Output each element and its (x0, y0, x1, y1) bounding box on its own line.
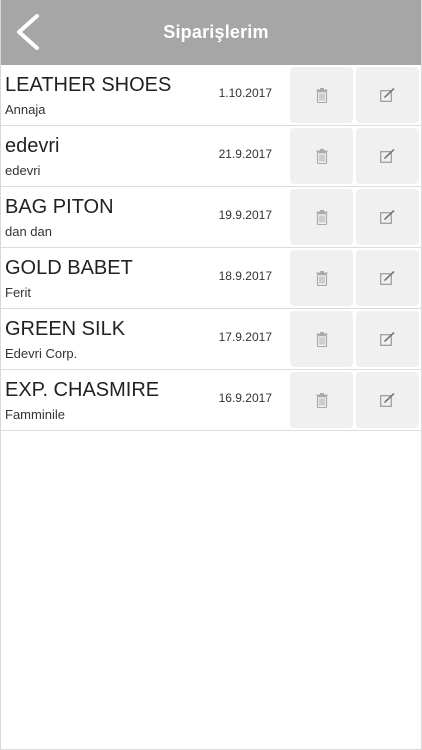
order-name: GOLD BABET (5, 257, 133, 279)
top-bar: Siparişlerim (1, 0, 421, 65)
orders-list: LEATHER SHOES Annaja 1.10.2017 edevri ed… (1, 65, 421, 431)
delete-button[interactable] (290, 311, 353, 367)
order-date: 18.9.2017 (218, 269, 272, 283)
edit-button[interactable] (356, 128, 419, 184)
order-date: 16.9.2017 (218, 391, 272, 405)
edit-icon (380, 149, 395, 163)
trash-icon (316, 209, 327, 225)
edit-icon (380, 88, 395, 102)
trash-icon (316, 87, 327, 103)
edit-button[interactable] (356, 372, 419, 428)
trash-icon (316, 270, 327, 286)
order-name: LEATHER SHOES (5, 74, 172, 96)
order-info: edevri edevri 21.9.2017 (1, 126, 290, 186)
order-row[interactable]: GREEN SILK Edevri Corp. 17.9.2017 (1, 309, 421, 370)
chevron-left-icon (17, 14, 39, 50)
delete-button[interactable] (290, 128, 353, 184)
trash-icon (316, 148, 327, 164)
order-name: edevri (5, 135, 60, 157)
orders-screen: Siparişlerim LEATHER SHOES Annaja 1.10.2… (0, 0, 422, 750)
delete-button[interactable] (290, 250, 353, 306)
order-row[interactable]: BAG PITON dan dan 19.9.2017 (1, 187, 421, 248)
order-customer: Famminile (5, 407, 65, 422)
order-row[interactable]: GOLD BABET Ferit 18.9.2017 (1, 248, 421, 309)
order-date: 19.9.2017 (218, 208, 272, 222)
order-row[interactable]: edevri edevri 21.9.2017 (1, 126, 421, 187)
delete-button[interactable] (290, 67, 353, 123)
edit-button[interactable] (356, 67, 419, 123)
order-info: GREEN SILK Edevri Corp. 17.9.2017 (1, 309, 290, 369)
edit-button[interactable] (356, 311, 419, 367)
order-customer: Ferit (5, 285, 31, 300)
order-customer: Annaja (5, 102, 46, 117)
order-customer: Edevri Corp. (5, 346, 78, 361)
delete-button[interactable] (290, 189, 353, 245)
page-title: Siparişlerim (163, 22, 269, 42)
edit-icon (380, 271, 395, 285)
order-info: EXP. CHASMIRE Famminile 16.9.2017 (1, 370, 290, 430)
edit-icon (380, 332, 395, 346)
edit-button[interactable] (356, 250, 419, 306)
order-name: EXP. CHASMIRE (5, 379, 160, 401)
delete-button[interactable] (290, 372, 353, 428)
order-row[interactable]: LEATHER SHOES Annaja 1.10.2017 (1, 65, 421, 126)
trash-icon (316, 331, 327, 347)
order-name: BAG PITON (5, 196, 114, 218)
edit-button[interactable] (356, 189, 419, 245)
order-row[interactable]: EXP. CHASMIRE Famminile 16.9.2017 (1, 370, 421, 431)
order-name: GREEN SILK (5, 318, 126, 340)
order-info: LEATHER SHOES Annaja 1.10.2017 (1, 65, 290, 125)
order-date: 1.10.2017 (218, 86, 272, 100)
order-customer: edevri (5, 163, 41, 178)
order-customer: dan dan (5, 224, 52, 239)
edit-icon (380, 393, 395, 407)
trash-icon (316, 392, 327, 408)
order-date: 17.9.2017 (218, 330, 272, 344)
back-button[interactable] (7, 10, 47, 54)
edit-icon (380, 210, 395, 224)
order-date: 21.9.2017 (218, 147, 272, 161)
order-info: GOLD BABET Ferit 18.9.2017 (1, 248, 290, 308)
order-info: BAG PITON dan dan 19.9.2017 (1, 187, 290, 247)
